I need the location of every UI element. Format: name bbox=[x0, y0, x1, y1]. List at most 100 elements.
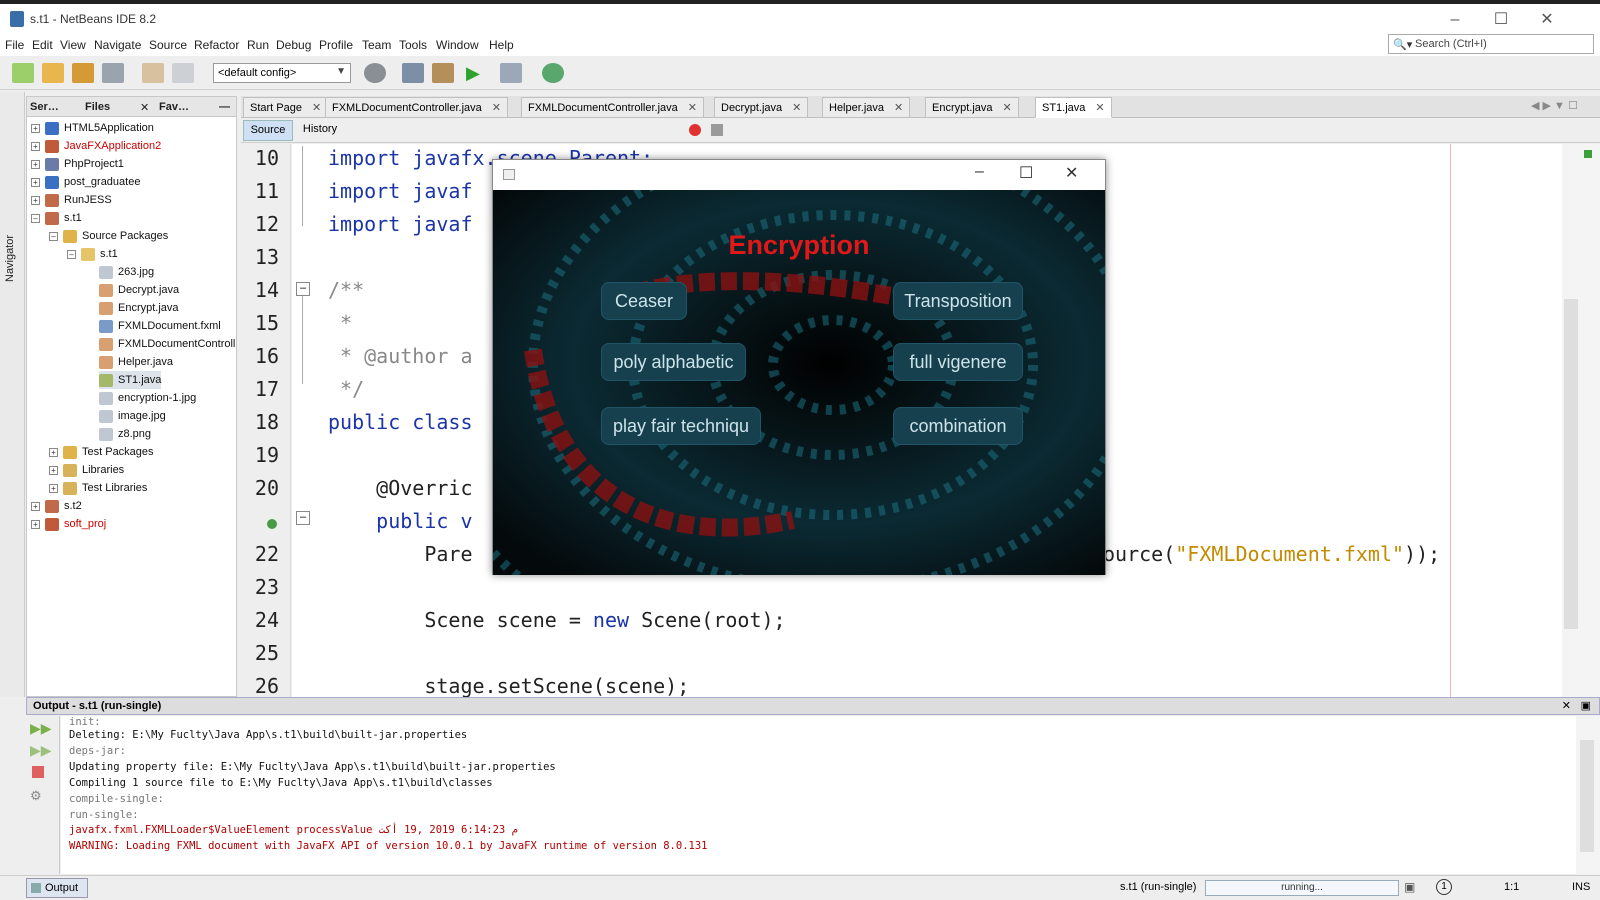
cancel-task-icon[interactable]: ▣ bbox=[1404, 880, 1415, 894]
clean-build-icon[interactable] bbox=[432, 63, 454, 83]
close-button[interactable]: ✕ bbox=[1524, 6, 1570, 34]
scrollbar-thumb[interactable] bbox=[1580, 740, 1594, 852]
scrollbar-thumb[interactable] bbox=[1564, 299, 1578, 629]
tree-item[interactable]: + RunJESS bbox=[31, 191, 112, 209]
close-icon[interactable]: ✕ bbox=[688, 102, 697, 114]
tree-item[interactable]: + Test Libraries bbox=[49, 479, 147, 497]
tab-fxml-controller-1[interactable]: FXMLDocumentController.java ✕ bbox=[325, 97, 509, 118]
tree-item[interactable]: z8.png bbox=[99, 425, 151, 443]
poly-alphabetic-button[interactable]: poly alphabetic bbox=[601, 343, 746, 381]
ceaser-button[interactable]: Ceaser bbox=[601, 282, 687, 320]
config-globe-icon[interactable] bbox=[364, 63, 386, 83]
tree-item[interactable]: Helper.java bbox=[99, 353, 173, 371]
tab-favorites[interactable]: Fav… bbox=[159, 101, 189, 113]
save-all-icon[interactable] bbox=[102, 63, 124, 83]
debug-icon[interactable] bbox=[500, 63, 522, 83]
tree-item[interactable]: + s.t2 bbox=[31, 497, 82, 515]
tree-item[interactable]: + JavaFXApplication2 bbox=[31, 137, 161, 155]
tree-item[interactable]: FXMLDocument.fxml bbox=[99, 317, 221, 335]
redo-icon[interactable] bbox=[172, 63, 194, 83]
maximize-button[interactable]: ☐ bbox=[1019, 163, 1033, 183]
open-project-icon[interactable] bbox=[72, 63, 94, 83]
navigator-tab[interactable]: Navigator bbox=[4, 235, 16, 282]
settings-icon[interactable]: ⚙ bbox=[30, 788, 42, 804]
output-scrollbar[interactable] bbox=[1576, 716, 1600, 874]
menu-edit[interactable]: Edit bbox=[32, 38, 53, 52]
tree-item[interactable]: Encrypt.java bbox=[99, 299, 179, 317]
stop-icon[interactable] bbox=[32, 766, 44, 778]
config-select[interactable]: <default config> ▼ bbox=[213, 63, 351, 83]
tree-item[interactable]: encryption-1.jpg bbox=[99, 389, 196, 407]
menu-view[interactable]: View bbox=[60, 38, 86, 52]
editor-scrollbar[interactable] bbox=[1562, 144, 1600, 697]
tree-item-selected[interactable]: ST1.java bbox=[99, 371, 162, 389]
build-hammer-icon[interactable] bbox=[402, 63, 424, 83]
menu-tools[interactable]: Tools bbox=[399, 38, 427, 52]
tree-item[interactable]: + post_graduatee bbox=[31, 173, 140, 191]
tree-item[interactable]: image.jpg bbox=[99, 407, 166, 425]
transposition-button[interactable]: Transposition bbox=[893, 282, 1023, 320]
record-icon[interactable] bbox=[689, 124, 701, 136]
output-tab[interactable]: Output bbox=[26, 878, 88, 898]
tree-item[interactable]: + Libraries bbox=[49, 461, 124, 479]
close-icon[interactable]: ✕ bbox=[894, 102, 903, 114]
stop-icon[interactable] bbox=[711, 124, 723, 136]
menu-debug[interactable]: Debug bbox=[276, 38, 311, 52]
tab-decrypt[interactable]: Decrypt.java ✕ bbox=[714, 97, 809, 118]
fold-toggle-icon[interactable]: – bbox=[296, 511, 310, 525]
tree-item[interactable]: – Source Packages bbox=[49, 227, 168, 245]
tree-item[interactable]: + HTML5Application bbox=[31, 119, 154, 137]
menu-window[interactable]: Window bbox=[436, 38, 479, 52]
minimize-button[interactable]: – bbox=[1432, 6, 1478, 34]
menu-profile[interactable]: Profile bbox=[319, 38, 353, 52]
tree-item[interactable]: – s.t1 bbox=[31, 209, 82, 227]
restore-icon[interactable]: ▣ bbox=[1581, 699, 1591, 712]
menu-refactor[interactable]: Refactor bbox=[194, 38, 239, 52]
output-console[interactable]: init: Deleting: E:\My Fuclty\Java App\s.… bbox=[61, 716, 1576, 874]
menu-source[interactable]: Source bbox=[149, 38, 187, 52]
close-icon[interactable]: ✕ bbox=[792, 102, 801, 114]
profile-icon[interactable] bbox=[542, 63, 564, 83]
menu-help[interactable]: Help bbox=[489, 38, 514, 52]
close-button[interactable]: ✕ bbox=[1065, 163, 1078, 183]
close-icon[interactable]: ✕ bbox=[312, 102, 321, 114]
close-icon[interactable]: ✕ bbox=[1095, 102, 1104, 114]
full-vigenere-button[interactable]: full vigenere bbox=[893, 343, 1023, 381]
minimize-panel-icon[interactable]: — bbox=[219, 101, 230, 113]
menu-navigate[interactable]: Navigate bbox=[94, 38, 141, 52]
menu-team[interactable]: Team bbox=[362, 38, 391, 52]
new-file-icon[interactable] bbox=[12, 63, 34, 83]
tree-item[interactable]: – s.t1 bbox=[67, 245, 118, 263]
undo-icon[interactable] bbox=[142, 63, 164, 83]
maximize-button[interactable]: ☐ bbox=[1478, 6, 1524, 34]
tree-item[interactable]: + soft_proj bbox=[31, 515, 106, 533]
run-icon[interactable]: ▶ bbox=[466, 63, 488, 83]
tree-item[interactable]: + PhpProject1 bbox=[31, 155, 124, 173]
close-icon[interactable]: ✕ bbox=[492, 102, 501, 114]
tree-item[interactable]: Decrypt.java bbox=[99, 281, 179, 299]
menu-run[interactable]: Run bbox=[247, 38, 269, 52]
new-project-icon[interactable] bbox=[42, 63, 64, 83]
minimize-button[interactable]: – bbox=[975, 163, 984, 181]
tab-st1[interactable]: ST1.java ✕ bbox=[1035, 97, 1112, 118]
override-marker-icon[interactable] bbox=[267, 519, 277, 529]
fold-toggle-icon[interactable]: – bbox=[296, 282, 310, 296]
rerun-icon[interactable]: ▶▶ bbox=[30, 720, 52, 737]
tab-start-page[interactable]: Start Page ✕ bbox=[243, 97, 329, 118]
tab-encrypt[interactable]: Encrypt.java ✕ bbox=[925, 97, 1019, 118]
close-icon[interactable]: ✕ bbox=[1003, 102, 1012, 114]
source-button[interactable]: Source bbox=[243, 120, 293, 141]
scroll-tabs-icon[interactable]: ◀ ▶ ▼ ☐ bbox=[1531, 99, 1578, 112]
close-icon[interactable]: ✕ bbox=[1562, 699, 1571, 712]
rerun-params-icon[interactable]: ▶▶ bbox=[30, 742, 52, 759]
play-fair-button[interactable]: play fair techniqu bbox=[601, 407, 761, 445]
close-icon[interactable]: ✕ bbox=[140, 101, 149, 114]
tab-helper[interactable]: Helper.java ✕ bbox=[822, 97, 911, 118]
tab-files[interactable]: Files bbox=[85, 101, 110, 113]
tree-item[interactable]: 263.jpg bbox=[99, 263, 154, 281]
tab-services[interactable]: Ser… bbox=[30, 101, 59, 113]
tree-item[interactable]: FXMLDocumentControll bbox=[99, 335, 235, 353]
tree-item[interactable]: + Test Packages bbox=[49, 443, 154, 461]
notification-icon[interactable]: 1 bbox=[1436, 879, 1452, 895]
menu-file[interactable]: File bbox=[5, 38, 24, 52]
